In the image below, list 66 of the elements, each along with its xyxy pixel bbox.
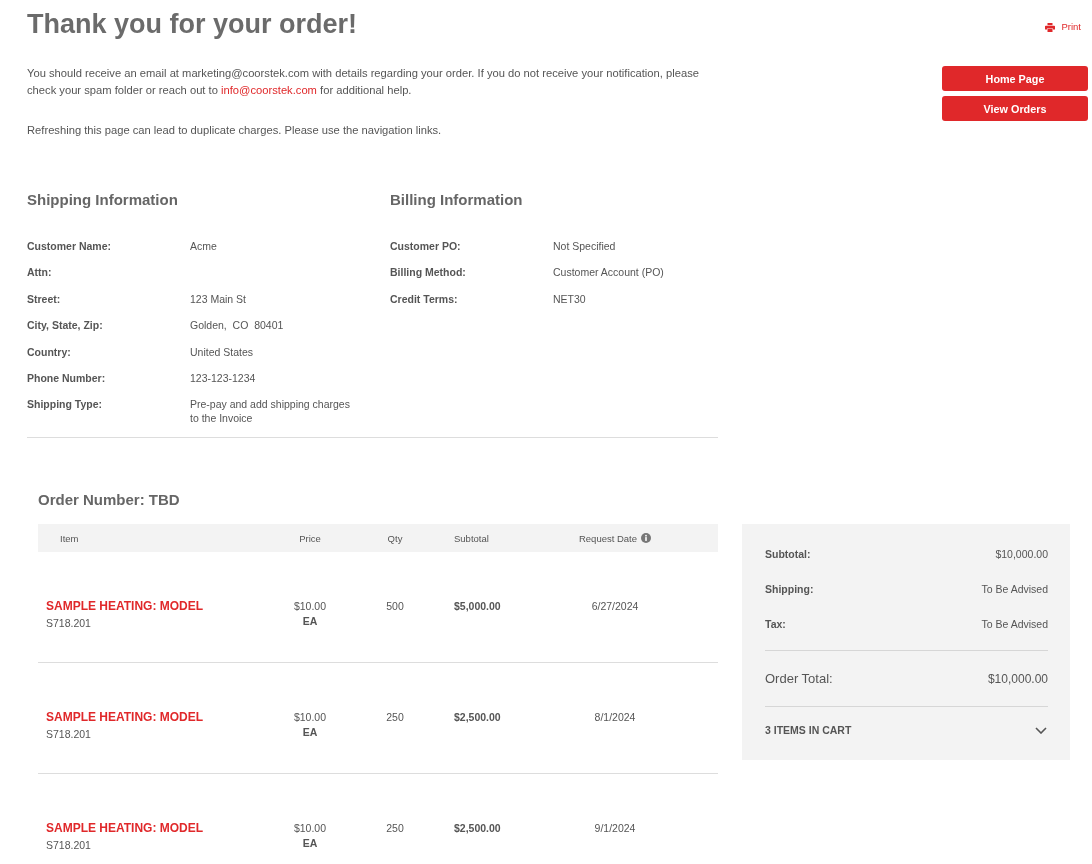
summary-value: To Be Advised xyxy=(981,617,1048,630)
column-header: Subtotal xyxy=(454,532,489,544)
field-label: Shipping Type: xyxy=(27,397,104,413)
info-icon[interactable] xyxy=(641,533,652,544)
unit-price: $10.00 xyxy=(293,599,327,614)
summary-label: Shipping: xyxy=(765,582,814,595)
summary-value: $10,000.00 xyxy=(995,547,1048,560)
field-label: Street: xyxy=(27,291,62,306)
cart-items-toggle[interactable]: 3 ITEMS IN CART xyxy=(765,707,1048,752)
support-email-link[interactable]: info@coorstek.com xyxy=(221,84,317,96)
field-label: Customer PO: xyxy=(390,239,462,253)
summary-label: Tax: xyxy=(765,617,786,630)
line-subtotal: $2,500.00 xyxy=(454,711,501,724)
line-subtotal: $5,000.00 xyxy=(454,600,501,613)
field-value: NET30 xyxy=(553,291,586,306)
field-value: Acme xyxy=(190,239,217,253)
quantity: 250 xyxy=(386,711,404,724)
column-header: Item xyxy=(60,532,79,544)
view-orders-button[interactable]: View Orders xyxy=(942,96,1088,121)
section-heading: Billing Information xyxy=(390,190,523,210)
print-link[interactable]: Print xyxy=(1045,20,1081,34)
summary-value: To Be Advised xyxy=(981,582,1048,595)
unit-price: $10.00 xyxy=(293,710,327,725)
product-sku: S718.201 xyxy=(46,616,91,631)
field-value: Customer Account (PO) xyxy=(553,265,664,280)
field-value: 123-123-1234 xyxy=(190,370,256,385)
summary-label: Subtotal: xyxy=(765,547,811,560)
field-value: Not Specified xyxy=(553,239,616,253)
printer-icon xyxy=(1045,22,1056,32)
product-sku: S718.201 xyxy=(46,727,91,742)
order-number-heading: Order Number: TBD xyxy=(38,490,180,511)
field-label: Attn: xyxy=(27,265,53,280)
product-name-link[interactable]: SAMPLE HEATING: MODEL xyxy=(46,710,204,725)
product-name-link[interactable]: SAMPLE HEATING: MODEL xyxy=(46,599,204,614)
field-value: Golden, CO 80401 xyxy=(190,318,284,333)
request-date: 8/1/2024 xyxy=(594,711,636,724)
refresh-warning: Refreshing this page can lead to duplicate charges. Please use the navigation links. xyxy=(27,123,442,138)
field-label: Credit Terms: xyxy=(390,291,459,306)
section-heading: Shipping Information xyxy=(27,190,178,210)
field-label: Customer Name: xyxy=(27,239,113,253)
line-subtotal: $2,500.00 xyxy=(454,822,501,835)
unit-price: $10.00 xyxy=(293,821,327,836)
page-title: Thank you for your order! xyxy=(27,8,358,41)
column-header: Request Date xyxy=(578,532,638,544)
request-date: 6/27/2024 xyxy=(591,600,639,613)
field-label: Phone Number: xyxy=(27,370,107,385)
unit-of-measure: EA xyxy=(302,836,318,851)
order-total-label: Order Total: xyxy=(765,671,833,687)
field-value: 123 Main St xyxy=(190,291,247,306)
home-page-button[interactable]: Home Page xyxy=(942,66,1088,91)
column-header: Qty xyxy=(387,532,403,544)
field-value: Pre-pay and add shipping charges to the Invoice xyxy=(190,397,351,426)
product-name-link[interactable]: SAMPLE HEATING: MODEL xyxy=(46,821,204,836)
product-sku: S718.201 xyxy=(46,838,91,853)
field-value: United States xyxy=(190,344,254,359)
quantity: 250 xyxy=(386,822,404,835)
order-total-value: $10,000.00 xyxy=(987,671,1048,686)
column-header: Price xyxy=(299,532,321,544)
unit-of-measure: EA xyxy=(302,725,318,740)
field-label: Billing Method: xyxy=(390,265,467,280)
field-label: Country: xyxy=(27,344,72,359)
email-notice: You should receive an email at marketing@coorstek.com with details regarding your order. If you do not receive your notification, please check your spam folder or reach out to info@coorstek.com for additional help. xyxy=(27,66,700,98)
field-label: City, State, Zip: xyxy=(27,318,104,333)
quantity: 500 xyxy=(386,600,404,613)
unit-of-measure: EA xyxy=(302,614,318,629)
request-date: 9/1/2024 xyxy=(594,822,636,835)
